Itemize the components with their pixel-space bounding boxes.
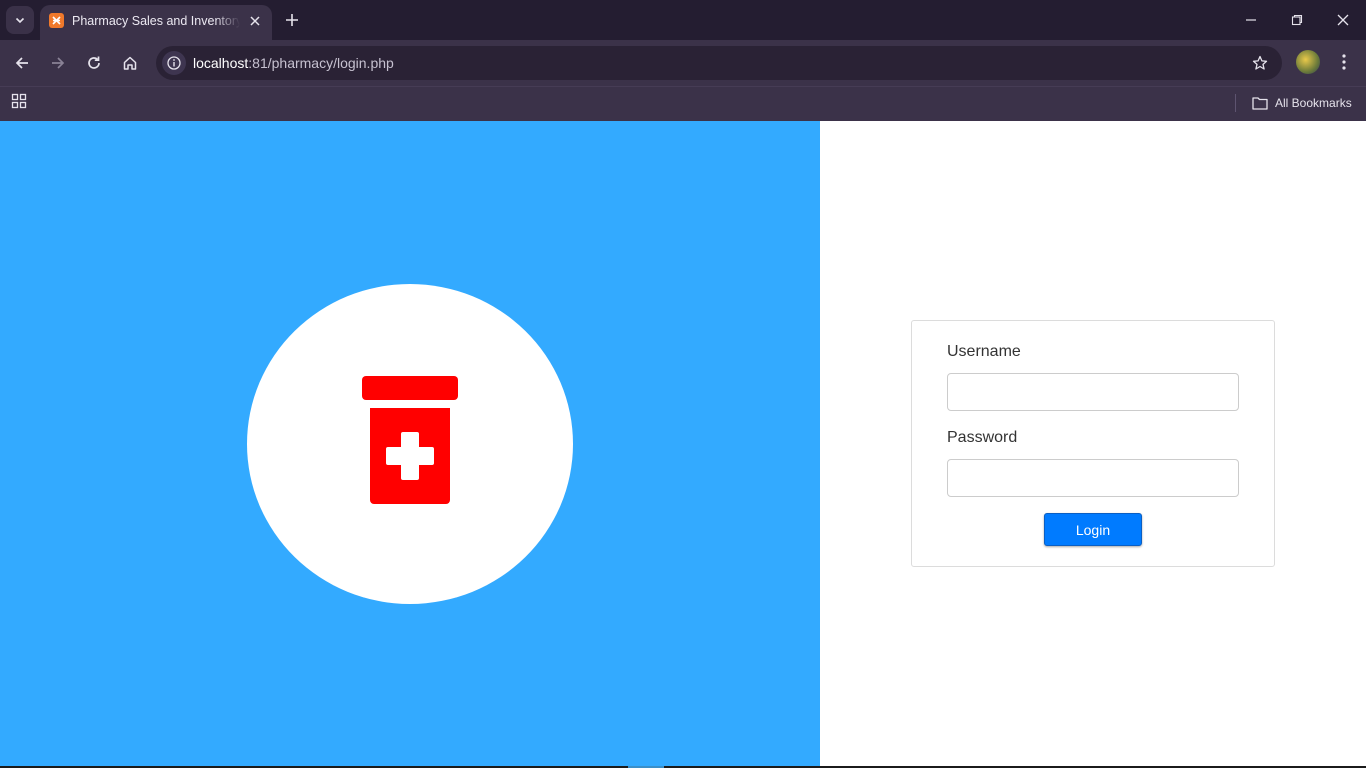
kebab-menu-icon[interactable] — [1332, 50, 1356, 74]
tab-close-icon[interactable] — [246, 12, 264, 30]
apps-grid-icon[interactable] — [11, 93, 29, 111]
brand-panel — [0, 121, 820, 766]
home-icon[interactable] — [116, 49, 144, 77]
restore-icon[interactable] — [1274, 0, 1320, 40]
bookmarks-bar: All Bookmarks — [0, 86, 1366, 121]
cross-horizontal — [386, 447, 434, 465]
all-bookmarks-button[interactable]: All Bookmarks — [1252, 93, 1352, 113]
forward-arrow-icon[interactable] — [44, 49, 72, 77]
folder-icon — [1252, 97, 1268, 110]
url-text: localhost:81/pharmacy/login.php — [193, 55, 394, 71]
address-bar[interactable]: localhost:81/pharmacy/login.php — [156, 46, 1282, 80]
site-info-icon[interactable] — [162, 51, 186, 75]
login-button[interactable]: Login — [1044, 513, 1142, 546]
reload-icon[interactable] — [80, 49, 108, 77]
active-tab[interactable]: Pharmacy Sales and Inventory System — [40, 5, 272, 40]
login-page: Username Password Login — [0, 121, 1366, 766]
logo-circle — [247, 284, 573, 604]
all-bookmarks-label: All Bookmarks — [1275, 96, 1352, 110]
url-host: localhost — [193, 55, 249, 71]
password-label: Password — [947, 429, 1018, 446]
tab-title: Pharmacy Sales and Inventory System — [72, 14, 240, 28]
close-window-icon[interactable] — [1320, 0, 1366, 40]
password-input[interactable] — [947, 459, 1239, 497]
new-tab-plus-icon[interactable] — [280, 8, 304, 32]
tab-strip: Pharmacy Sales and Inventory System — [0, 0, 1366, 40]
username-label: Username — [947, 343, 1021, 360]
bookmarks-divider — [1235, 94, 1236, 112]
profile-avatar[interactable] — [1296, 50, 1320, 74]
url-path: :81/pharmacy/login.php — [248, 55, 394, 71]
xampp-icon — [49, 13, 64, 28]
browser-toolbar: localhost:81/pharmacy/login.php — [0, 40, 1366, 86]
back-arrow-icon[interactable] — [8, 49, 36, 77]
username-input[interactable] — [947, 373, 1239, 411]
tab-search-button[interactable] — [6, 6, 34, 34]
bottle-body — [370, 408, 450, 504]
login-form: Username Password Login — [911, 320, 1275, 567]
bookmark-star-icon[interactable] — [1250, 53, 1270, 73]
chevron-down-icon — [15, 17, 25, 24]
bottle-cap — [362, 376, 458, 400]
minimize-icon[interactable] — [1228, 0, 1274, 40]
